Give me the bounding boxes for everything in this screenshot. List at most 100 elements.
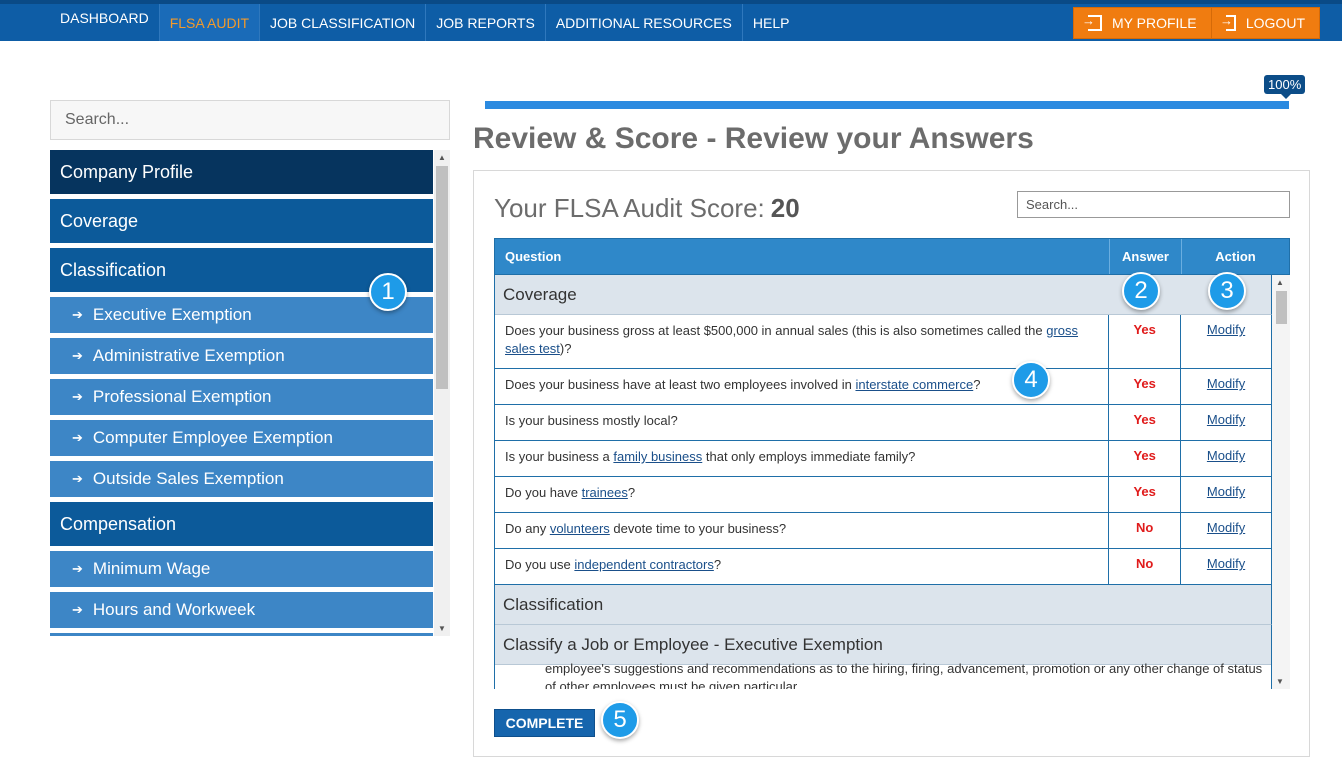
arrow-right-icon: ➔ bbox=[72, 430, 83, 445]
glossary-link[interactable]: interstate commerce bbox=[855, 377, 973, 392]
action-cell: Modify bbox=[1181, 549, 1271, 584]
sidebar-menu: Company Profile Coverage Classification … bbox=[50, 150, 434, 636]
callout-badge-1: 1 bbox=[369, 273, 407, 311]
complete-button[interactable]: COMPLETE bbox=[494, 709, 595, 737]
sidebar-item-hours-and-workweek[interactable]: ➔ Hours and Workweek bbox=[50, 592, 433, 628]
sidebar-item-professional-exemption[interactable]: ➔ Professional Exemption bbox=[50, 379, 433, 415]
question-text: ? bbox=[973, 377, 981, 392]
sidebar-item-coverage[interactable]: Coverage bbox=[50, 199, 433, 243]
action-cell: Modify bbox=[1181, 441, 1271, 476]
modify-link[interactable]: Modify bbox=[1207, 484, 1245, 499]
question-cell: Is your business a family business that … bbox=[495, 441, 1110, 476]
question-text-partial: employee's suggestions and recommendatio… bbox=[495, 660, 1272, 689]
sidebar-item-label: Computer Employee Exemption bbox=[92, 428, 333, 447]
glossary-link[interactable]: trainees bbox=[582, 485, 628, 500]
nav-additional-resources[interactable]: ADDITIONAL RESOURCES bbox=[546, 4, 743, 41]
arrow-right-icon: ➔ bbox=[72, 307, 83, 322]
sidebar-scrollbar[interactable]: ▲ ▼ bbox=[434, 150, 450, 636]
question-text: Do you use bbox=[505, 557, 575, 572]
column-header-answer[interactable]: Answer bbox=[1110, 239, 1182, 274]
glossary-link[interactable]: volunteers bbox=[550, 521, 610, 536]
answer-cell: Yes bbox=[1109, 315, 1182, 368]
main-nav: DASHBOARD FLSA AUDIT JOB CLASSIFICATION … bbox=[50, 4, 799, 41]
table-row: Does your business gross at least $500,0… bbox=[495, 315, 1272, 369]
scroll-down-icon[interactable]: ▼ bbox=[1276, 677, 1284, 686]
nav-help[interactable]: HELP bbox=[743, 4, 800, 41]
table-scrollbar[interactable]: ▲ ▼ bbox=[1272, 275, 1290, 689]
action-cell: Modify bbox=[1181, 315, 1271, 368]
answer-cell: No bbox=[1109, 513, 1182, 548]
answer-cell: Yes bbox=[1109, 441, 1182, 476]
scroll-up-icon[interactable]: ▲ bbox=[1276, 278, 1284, 287]
logout-button[interactable]: LOGOUT bbox=[1211, 7, 1320, 39]
question-text: Does your business have at least two emp… bbox=[505, 377, 856, 392]
question-cell: Do you have trainees? bbox=[495, 477, 1110, 512]
sidebar-item-company-profile[interactable]: Company Profile bbox=[50, 150, 433, 194]
sidebar-item-label: Outside Sales Exemption bbox=[92, 469, 284, 488]
sidebar-search-input[interactable] bbox=[50, 100, 450, 140]
action-cell: Modify bbox=[1181, 513, 1271, 548]
scroll-up-icon[interactable]: ▲ bbox=[438, 153, 446, 162]
callout-badge-4: 4 bbox=[1012, 361, 1050, 399]
table-row: Does your business have at least two emp… bbox=[495, 369, 1272, 405]
arrow-right-icon: ➔ bbox=[72, 348, 83, 363]
modify-link[interactable]: Modify bbox=[1207, 322, 1245, 337]
question-cell: Do you use independent contractors? bbox=[495, 549, 1110, 584]
modify-link[interactable]: Modify bbox=[1207, 448, 1245, 463]
sidebar-item-label: Hours and Workweek bbox=[92, 600, 256, 619]
question-text: that only employs immediate family? bbox=[702, 449, 916, 464]
my-profile-button[interactable]: MY PROFILE bbox=[1073, 7, 1212, 39]
nav-dashboard[interactable]: DASHBOARD bbox=[50, 4, 160, 41]
score-label: Your FLSA Audit Score: bbox=[494, 193, 765, 223]
review-panel: Your FLSA Audit Score:20 Question Answer… bbox=[473, 170, 1310, 757]
sidebar-item-outside-sales-exemption[interactable]: ➔ Outside Sales Exemption bbox=[50, 461, 433, 497]
logout-icon bbox=[1220, 13, 1236, 31]
sidebar-scroll-thumb[interactable] bbox=[436, 166, 448, 389]
table-row: Do any volunteers devote time to your bu… bbox=[495, 513, 1272, 549]
question-text: devote time to your business? bbox=[609, 521, 787, 536]
question-text: ? bbox=[713, 557, 722, 572]
table-row: Is your business mostly local? Yes Modif… bbox=[495, 405, 1272, 441]
question-text: Does your business gross at least $500,0… bbox=[505, 323, 1047, 338]
logout-label: LOGOUT bbox=[1245, 15, 1305, 31]
action-cell: Modify bbox=[1181, 369, 1271, 404]
question-text: Do you have bbox=[505, 485, 582, 500]
modify-link[interactable]: Modify bbox=[1207, 412, 1245, 427]
score-value: 20 bbox=[770, 193, 800, 223]
answer-cell: No bbox=[1109, 549, 1182, 584]
sidebar-item-compensation[interactable]: Compensation bbox=[50, 502, 433, 546]
table-scroll-thumb[interactable] bbox=[1276, 291, 1287, 324]
action-cell: Modify bbox=[1181, 477, 1271, 512]
arrow-right-icon: ➔ bbox=[72, 389, 83, 404]
modify-link[interactable]: Modify bbox=[1207, 520, 1245, 535]
sidebar-item-partial[interactable] bbox=[50, 633, 433, 636]
column-header-question[interactable]: Question bbox=[495, 239, 1110, 274]
sidebar-item-administrative-exemption[interactable]: ➔ Administrative Exemption bbox=[50, 338, 433, 374]
table-search-input[interactable] bbox=[1017, 191, 1290, 218]
glossary-link[interactable]: family business bbox=[613, 449, 702, 464]
callout-badge-5: 5 bbox=[601, 701, 639, 739]
table-row: Do you have trainees? Yes Modify bbox=[495, 477, 1272, 513]
nav-job-classification[interactable]: JOB CLASSIFICATION bbox=[260, 4, 427, 41]
arrow-right-icon: ➔ bbox=[72, 602, 83, 617]
profile-icon bbox=[1082, 13, 1102, 31]
sidebar-item-label: Administrative Exemption bbox=[92, 346, 285, 365]
arrow-right-icon: ➔ bbox=[72, 561, 83, 576]
modify-link[interactable]: Modify bbox=[1207, 376, 1245, 391]
nav-job-reports[interactable]: JOB REPORTS bbox=[426, 4, 546, 41]
sidebar-item-label: Compensation bbox=[60, 513, 177, 534]
sidebar-item-minimum-wage[interactable]: ➔ Minimum Wage bbox=[50, 551, 433, 587]
answer-cell: Yes bbox=[1109, 405, 1182, 440]
scroll-down-icon[interactable]: ▼ bbox=[438, 624, 446, 633]
sidebar-item-computer-employee-exemption[interactable]: ➔ Computer Employee Exemption bbox=[50, 420, 433, 456]
nav-flsa-audit[interactable]: FLSA AUDIT bbox=[159, 4, 261, 41]
modify-link[interactable]: Modify bbox=[1207, 556, 1245, 571]
callout-badge-2: 2 bbox=[1122, 272, 1160, 310]
group-row-executive-exemption: Classify a Job or Employee - Executive E… bbox=[495, 625, 1272, 665]
column-header-action[interactable]: Action bbox=[1182, 239, 1289, 274]
table-header: Question Answer Action bbox=[494, 238, 1290, 275]
glossary-link[interactable]: independent contractors bbox=[574, 557, 713, 572]
progress-bar bbox=[485, 101, 1289, 109]
table-row: Is your business a family business that … bbox=[495, 441, 1272, 477]
sidebar-item-label: Professional Exemption bbox=[92, 387, 272, 406]
